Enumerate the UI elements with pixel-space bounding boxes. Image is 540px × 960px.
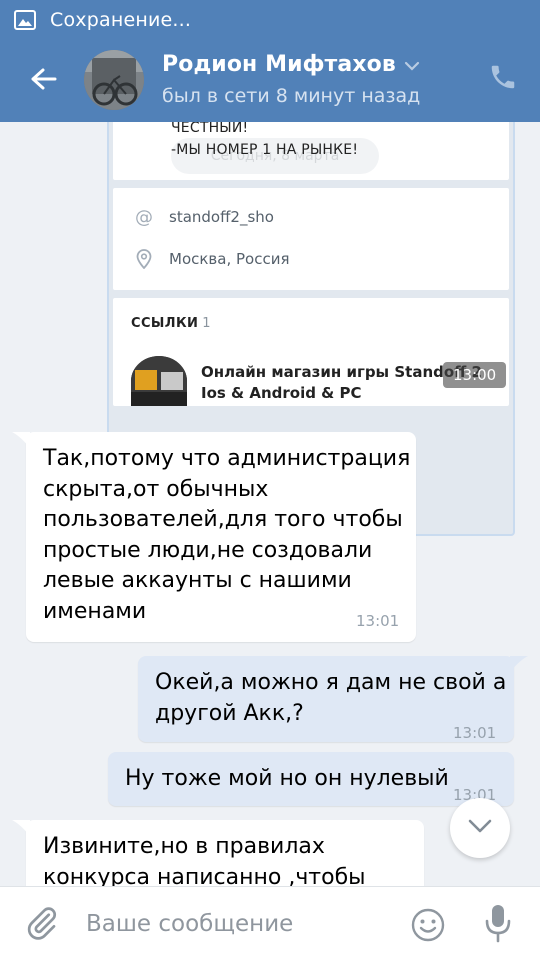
location-row: Москва, Россия: [133, 248, 289, 270]
chat-header: Родион Мифтахов был в сети 8 минут назад: [0, 40, 540, 122]
outgoing-message[interactable]: Окей,а можно я дам не свой а другой Акк,…: [138, 656, 528, 742]
back-arrow-icon[interactable]: [26, 62, 60, 96]
message-text: Так,потому что администрация скрыта,от о…: [43, 446, 411, 624]
message-time: 13:01: [453, 724, 497, 742]
image-icon: [14, 10, 36, 30]
location-text: Москва, Россия: [169, 250, 290, 268]
links-heading: ССЫЛКИ 1: [131, 316, 211, 331]
avatar[interactable]: [84, 50, 144, 110]
card-line-1: ЧЕСТНЫЙ!: [171, 122, 249, 136]
status-text: Сохранение...: [50, 9, 192, 31]
incoming-message[interactable]: Так,потому что администрация скрыта,от о…: [12, 432, 416, 642]
chevron-down-icon: [467, 818, 493, 838]
message-time: 13:00: [443, 362, 507, 388]
username-text: standoff2_sho: [169, 208, 274, 226]
message-time: 13:01: [356, 612, 400, 630]
link-thumbnail[interactable]: [131, 356, 187, 406]
status-bar: Сохранение...: [0, 0, 540, 40]
paperclip-icon[interactable]: [24, 905, 62, 943]
microphone-icon[interactable]: [482, 903, 514, 945]
card-description-panel: Сегодня, 8 марта ЧЕСТНЫЙ! -МЫ НОМЕР 1 НА…: [113, 122, 509, 180]
links-count: 1: [202, 316, 211, 331]
scroll-down-button[interactable]: [450, 798, 510, 858]
chevron-down-icon[interactable]: [404, 56, 420, 75]
at-sign-icon: @: [135, 206, 153, 228]
card-info-panel: @ standoff2_sho Москва, Россия: [113, 188, 509, 290]
incoming-message[interactable]: Извините,но в правилах конкурса написанн…: [12, 820, 424, 886]
outgoing-message[interactable]: Ну тоже мой но он нулевый 13:01: [108, 752, 514, 806]
phone-icon[interactable]: [488, 62, 522, 96]
last-seen-status: был в сети 8 минут назад: [162, 85, 421, 107]
contact-title[interactable]: Родион Мифтахов: [162, 52, 420, 77]
card-line-2: -МЫ НОМЕР 1 НА РЫНКЕ!: [171, 142, 359, 158]
message-text: Ну тоже мой но он нулевый: [125, 766, 449, 791]
card-links-panel: ССЫЛКИ 1 Онлайн магазин игры Standoff 2 I…: [113, 298, 509, 406]
chat-area[interactable]: Сегодня, 8 марта ЧЕСТНЫЙ! -МЫ НОМЕР 1 НА…: [0, 122, 540, 886]
message-text: Извините,но в правилах конкурса написанн…: [43, 834, 366, 886]
location-pin-icon: [133, 248, 155, 270]
contact-name[interactable]: Родион Мифтахов: [162, 52, 396, 77]
message-input[interactable]: [86, 905, 386, 943]
emoji-icon[interactable]: [410, 907, 446, 943]
username-row[interactable]: @ standoff2_sho: [133, 206, 274, 228]
links-label: ССЫЛКИ: [131, 316, 199, 331]
message-composer: [0, 886, 540, 960]
